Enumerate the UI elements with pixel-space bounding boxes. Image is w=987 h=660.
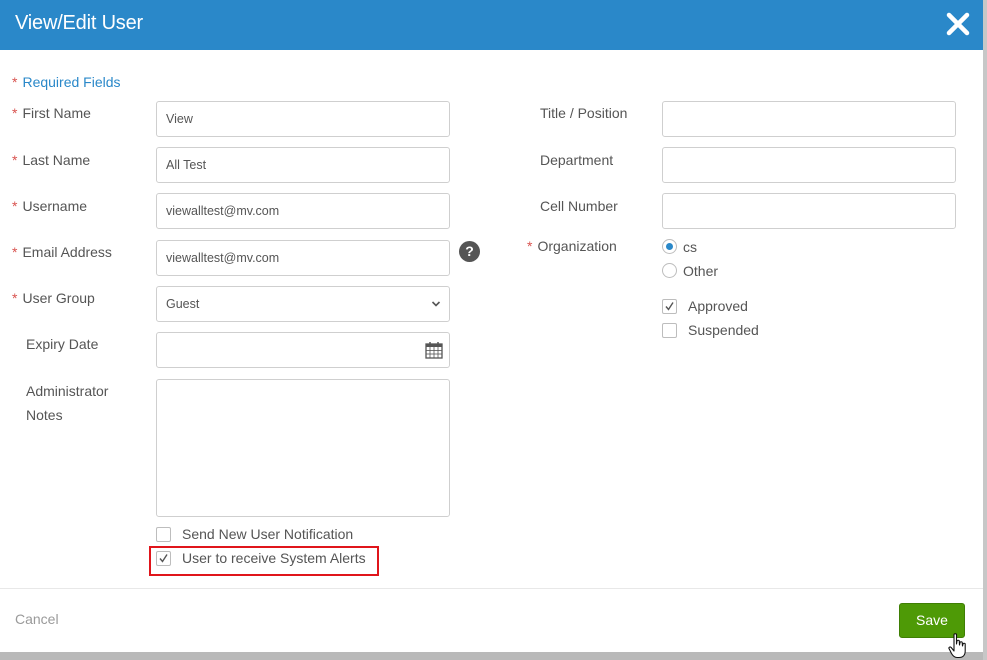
username-label-text: Username bbox=[22, 198, 88, 214]
department-input[interactable] bbox=[662, 147, 956, 183]
organization-label: * Organization bbox=[527, 237, 617, 255]
administrator-notes-label: Administrator Notes bbox=[26, 382, 108, 424]
cell-number-input[interactable] bbox=[662, 193, 956, 229]
approved-label: Approved bbox=[688, 298, 748, 314]
organization-radio-other[interactable] bbox=[662, 263, 677, 278]
email-label-text: Email Address bbox=[22, 244, 112, 260]
dialog-title: View/Edit User bbox=[15, 12, 143, 34]
organization-option-cs-label: cs bbox=[683, 239, 697, 255]
email-label: * Email Address bbox=[12, 243, 112, 261]
view-edit-user-dialog: View/Edit User * Required Fields * First N… bbox=[0, 0, 983, 652]
user-group-label: * User Group bbox=[12, 289, 95, 307]
title-position-input[interactable] bbox=[662, 101, 956, 137]
user-group-select[interactable]: Guest bbox=[156, 286, 450, 322]
username-input[interactable] bbox=[156, 193, 450, 229]
required-asterisk: * bbox=[12, 244, 18, 260]
send-new-user-notification-label: Send New User Notification bbox=[182, 526, 354, 542]
administrator-notes-textarea[interactable] bbox=[156, 379, 450, 517]
username-label: * Username bbox=[12, 197, 87, 215]
organization-radio-cs[interactable] bbox=[662, 239, 677, 254]
system-alerts-label: User to receive System Alerts bbox=[182, 550, 366, 566]
dialog-header: View/Edit User bbox=[0, 0, 983, 50]
system-alerts-checkbox[interactable] bbox=[156, 551, 171, 566]
title-position-label: Title / Position bbox=[540, 105, 628, 121]
expiry-date-input[interactable] bbox=[156, 332, 450, 368]
close-icon[interactable] bbox=[944, 10, 972, 38]
required-asterisk: * bbox=[12, 105, 18, 121]
cell-number-label: Cell Number bbox=[540, 198, 618, 214]
calendar-icon[interactable] bbox=[425, 341, 443, 359]
checkmark-icon bbox=[159, 554, 168, 563]
checkmark-icon bbox=[665, 302, 674, 311]
email-input[interactable] bbox=[156, 240, 450, 276]
required-asterisk: * bbox=[12, 152, 18, 168]
first-name-label: * First Name bbox=[12, 104, 91, 122]
suspended-checkbox[interactable] bbox=[662, 323, 677, 338]
hand-cursor-icon bbox=[948, 633, 966, 659]
suspended-label: Suspended bbox=[688, 322, 759, 338]
administrator-notes-label-line1: Administrator bbox=[26, 383, 109, 399]
user-group-label-text: User Group bbox=[22, 290, 95, 306]
required-fields-note: * Required Fields bbox=[12, 73, 121, 91]
administrator-notes-label-line2: Notes bbox=[26, 407, 63, 423]
required-asterisk: * bbox=[12, 74, 18, 90]
organization-option-other-label: Other bbox=[683, 263, 719, 279]
approved-checkbox[interactable] bbox=[662, 299, 677, 314]
send-new-user-notification-checkbox[interactable] bbox=[156, 527, 171, 542]
cancel-button[interactable]: Cancel bbox=[15, 611, 59, 627]
footer-divider bbox=[0, 588, 983, 589]
help-icon[interactable]: ? bbox=[459, 241, 480, 262]
first-name-input[interactable] bbox=[156, 101, 450, 137]
required-asterisk: * bbox=[12, 198, 18, 214]
required-asterisk: * bbox=[527, 238, 533, 254]
user-group-value: Guest bbox=[166, 297, 200, 311]
department-label: Department bbox=[540, 152, 614, 168]
last-name-label-text: Last Name bbox=[22, 152, 91, 168]
chevron-down-icon bbox=[431, 301, 441, 307]
organization-label-text: Organization bbox=[537, 238, 617, 254]
last-name-input[interactable] bbox=[156, 147, 450, 183]
required-asterisk: * bbox=[12, 290, 18, 306]
required-fields-label: Required Fields bbox=[22, 74, 121, 90]
last-name-label: * Last Name bbox=[12, 151, 90, 169]
expiry-date-label: Expiry Date bbox=[26, 336, 99, 352]
background-window-edge bbox=[983, 0, 987, 660]
first-name-label-text: First Name bbox=[22, 105, 91, 121]
